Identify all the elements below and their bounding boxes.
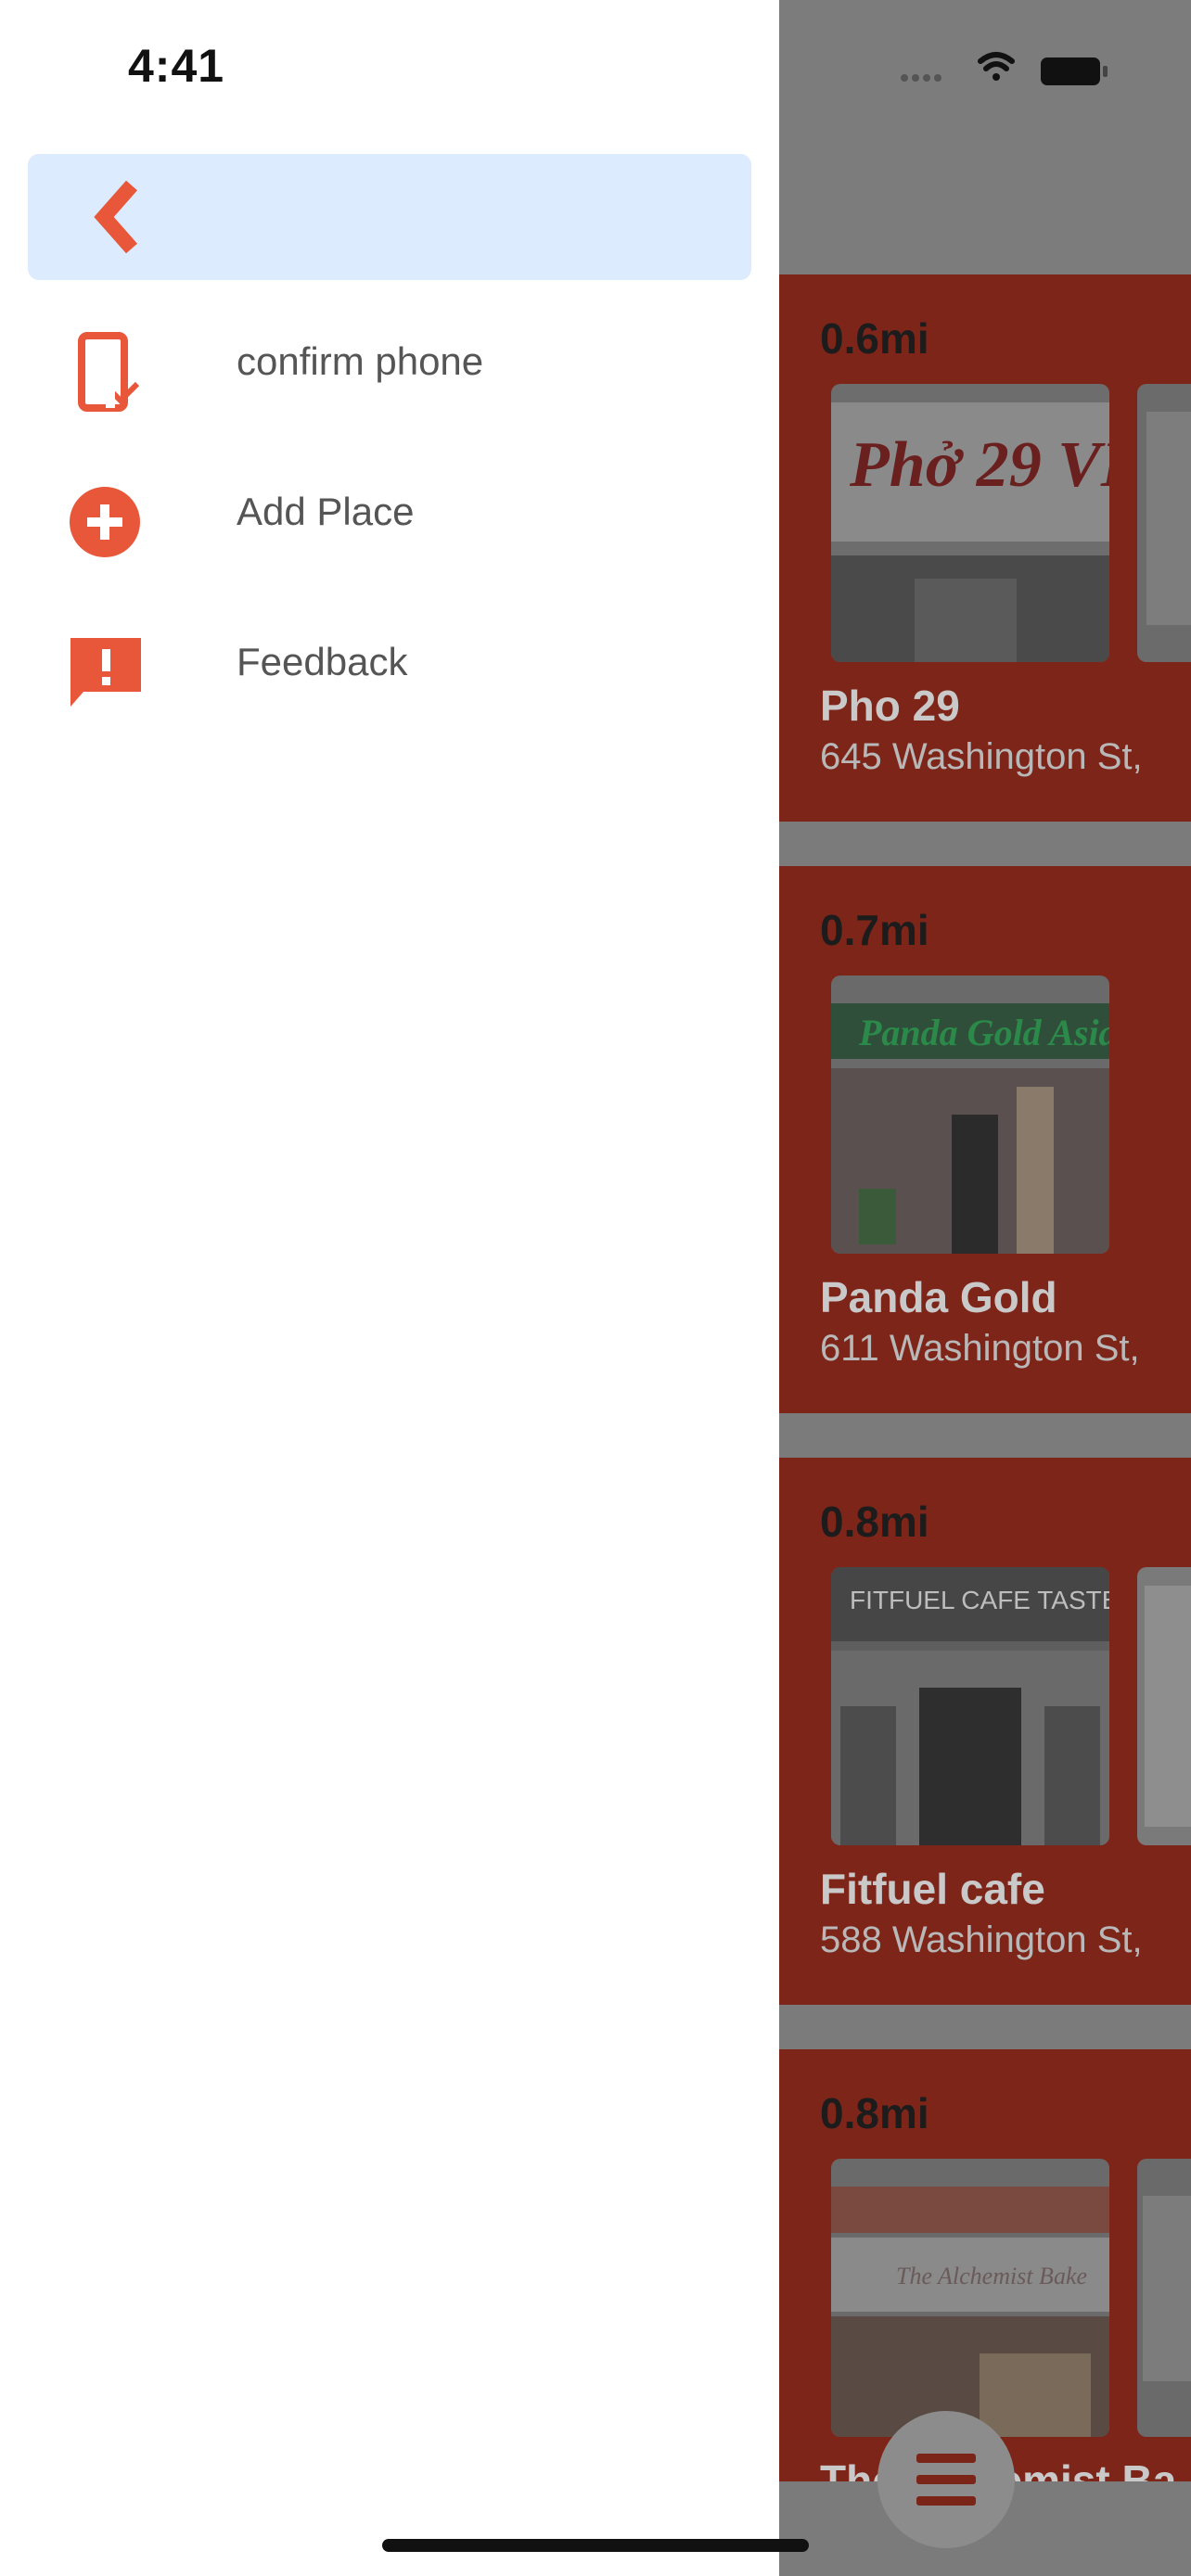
place-card[interactable]: 0.8mi FITFUEL CAFE TASTE TRUE WELLNESS F… [779, 1458, 1191, 2005]
place-distance: 0.7mi [820, 906, 929, 954]
place-photo[interactable]: FITFUEL CAFE TASTE TRUE WELLNESS [831, 1567, 1109, 1845]
plus-circle-icon [70, 487, 140, 557]
home-indicator[interactable] [382, 2539, 809, 2552]
place-distance: 0.8mi [820, 2089, 929, 2137]
place-photo[interactable]: Panda Gold Asian Fusion Cuisine & Lounge [831, 976, 1109, 1254]
cellular-dots-icon [901, 74, 941, 82]
phone-check-icon [78, 332, 140, 412]
place-distance: 0.8mi [820, 1498, 929, 1546]
place-card[interactable]: 0.7mi Panda Gold Asian Fusion Cuisine & … [779, 866, 1191, 1413]
place-photo[interactable]: The Alchemist Bake [831, 2159, 1109, 2437]
background-header [779, 0, 1191, 274]
place-name[interactable]: Fitfuel cafe [820, 1864, 1045, 1914]
status-icons [900, 46, 1122, 93]
place-address: 645 Washington St, [820, 736, 1143, 777]
menu-item-confirm-phone[interactable]: confirm phone [0, 312, 779, 423]
place-photo[interactable] [1137, 1567, 1191, 1845]
place-photo-sign: Phở 29 VIETNAMESE RESTAURANT [849, 429, 1109, 501]
menu-item-label: confirm phone [237, 339, 484, 383]
side-drawer: 4:41 confirm phone Add Place Feedback [0, 0, 779, 2576]
place-distance: 0.6mi [820, 314, 929, 363]
chevron-left-icon [94, 180, 137, 254]
place-photo-sign: The Alchemist Bake [896, 2263, 1087, 2289]
place-photo[interactable] [1137, 384, 1191, 662]
menu-item-add-place[interactable]: Add Place [0, 462, 779, 573]
place-address: 611 Washington St, [820, 1328, 1140, 1369]
menu-item-label: Feedback [237, 640, 408, 683]
place-photo[interactable]: Phở 29 VIETNAMESE RESTAURANT [831, 384, 1109, 662]
place-photo[interactable] [1137, 2159, 1191, 2437]
place-name[interactable]: Pho 29 [820, 681, 960, 731]
drawer-back-button[interactable] [28, 154, 751, 280]
menu-fab-button[interactable] [877, 2411, 1015, 2548]
place-address: 588 Washington St, [820, 1919, 1143, 1960]
place-card[interactable]: 0.8mi The Alchemist Bake The Alchemist B… [779, 2049, 1191, 2505]
menu-item-label: Add Place [237, 490, 415, 533]
place-photo-sign: FITFUEL CAFE TASTE TRUE WELLNESS [850, 1586, 1109, 1614]
feedback-alert-icon [70, 638, 141, 707]
wifi-icon [978, 52, 1015, 81]
place-card[interactable]: 0.6mi Phở 29 VIETNAMESE RESTAURANT Pho 2… [779, 274, 1191, 822]
menu-item-feedback[interactable]: Feedback [0, 612, 779, 723]
battery-icon [1041, 57, 1108, 85]
place-photo-sign: Panda Gold Asian Fusion Cuisine & Lounge [858, 1012, 1109, 1053]
place-name[interactable]: Panda Gold [820, 1272, 1057, 1322]
menu-icon [916, 2454, 976, 2518]
status-time: 4:41 [128, 40, 225, 92]
